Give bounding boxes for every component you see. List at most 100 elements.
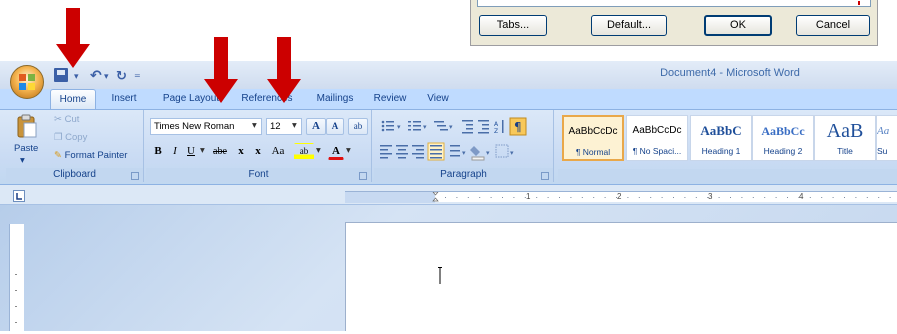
bold-button[interactable]: B	[150, 143, 166, 160]
copy-label: Copy	[65, 132, 88, 143]
tab-insert[interactable]: Insert	[104, 89, 144, 109]
svg-text:▾: ▾	[104, 72, 109, 82]
style-name: Su	[877, 146, 888, 156]
paragraph-controls: ▾ ▾ ▾ AZ ¶ ▾ ▾ ▾	[380, 117, 527, 161]
default-button[interactable]: Default...	[591, 15, 667, 36]
style-sample: AaBbC	[700, 123, 742, 138]
font-family-combo[interactable]: Times New Roman	[150, 118, 262, 135]
cut-button[interactable]: ✂ Cut	[54, 114, 79, 125]
red-arrow-icon	[267, 37, 301, 103]
horizontal-ruler[interactable]: 1 2 3 4	[345, 191, 897, 203]
style-name: Heading 1	[701, 146, 741, 156]
style-sample: AaBbCc	[761, 124, 805, 138]
paragraph-group: ▾ ▾ ▾ AZ ¶ ▾ ▾ ▾ Paragraph	[374, 110, 554, 182]
borders-icon[interactable]: ▾	[495, 144, 514, 158]
font-size-dropdown-icon[interactable]: ▾	[292, 120, 297, 131]
ruler-mark: 3	[708, 192, 713, 201]
cut-label: Cut	[64, 114, 80, 125]
paragraph-group-label: Paragraph	[374, 168, 553, 182]
multilevel-list-icon[interactable]	[434, 121, 448, 131]
change-case-button[interactable]: Aa	[268, 143, 288, 160]
style-name: ¶ Normal	[575, 147, 611, 157]
redo-icon[interactable]: ↻	[116, 69, 127, 84]
numbering-icon[interactable]	[408, 121, 421, 131]
format-painter-label: Format Painter	[64, 150, 128, 161]
style-title[interactable]: AaB Title	[814, 115, 876, 161]
sort-icon[interactable]: AZ	[494, 120, 504, 135]
dialog-panel: Tabs... Default... OK Cancel	[470, 0, 878, 46]
tab-view[interactable]: View	[418, 89, 458, 109]
tab-mailings[interactable]: Mailings	[308, 89, 362, 109]
shading-icon[interactable]: ▾	[470, 146, 490, 161]
style-no-spacing[interactable]: AaBbCcDc ¶ No Spaci...	[626, 115, 688, 161]
font-launcher-icon[interactable]	[359, 172, 367, 180]
svg-text:▾: ▾	[510, 149, 514, 157]
svg-text:A: A	[494, 121, 499, 128]
paragraph-launcher-icon[interactable]	[541, 172, 549, 180]
clipboard-launcher-icon[interactable]	[131, 172, 139, 180]
strikethrough-button[interactable]: abe	[208, 143, 232, 160]
svg-text:▾: ▾	[486, 149, 490, 157]
shrink-font-button[interactable]: A	[326, 118, 344, 135]
style-name: Title	[837, 146, 853, 156]
underline-button[interactable]: U	[184, 143, 198, 160]
ruler-mark: 4	[799, 192, 804, 201]
highlight-dropdown-icon[interactable]: ▾	[316, 145, 321, 156]
svg-text:▾: ▾	[449, 123, 453, 131]
increase-indent-icon[interactable]	[478, 120, 489, 134]
svg-text:=: =	[134, 71, 141, 80]
copy-button[interactable]: ❐ Copy	[54, 132, 87, 143]
align-center-icon[interactable]	[396, 145, 408, 159]
ok-button[interactable]: OK	[704, 15, 772, 36]
font-color-dropdown-icon[interactable]: ▾	[346, 145, 351, 156]
red-arrow-icon	[204, 37, 238, 103]
style-sample: Aa	[877, 125, 890, 137]
align-left-icon[interactable]	[380, 145, 392, 159]
tabs-button[interactable]: Tabs...	[479, 15, 547, 36]
ruler-mark: 2	[617, 192, 622, 201]
style-sample: AaB	[826, 120, 864, 142]
paste-dropdown-icon[interactable]: ▾	[20, 155, 25, 166]
highlight-button[interactable]: ab	[294, 143, 314, 160]
undo-icon[interactable]: ↶	[90, 68, 102, 84]
clipboard-group-label: Clipboard	[6, 168, 143, 182]
font-group-label: Font	[146, 168, 371, 182]
cancel-button[interactable]: Cancel	[796, 15, 870, 36]
ruler-mark: 1	[526, 192, 531, 201]
paste-icon[interactable]	[16, 113, 38, 139]
bullets-icon[interactable]	[381, 120, 394, 132]
font-color-button[interactable]: A	[328, 143, 344, 160]
style-normal[interactable]: AaBbCcDc ¶ Normal	[562, 115, 624, 161]
justify-icon[interactable]	[427, 142, 445, 161]
style-name: ¶ No Spaci...	[632, 146, 682, 156]
dialog-field[interactable]	[477, 0, 871, 7]
red-arrow-icon	[56, 8, 90, 68]
underline-dropdown-icon[interactable]: ▾	[200, 145, 205, 156]
line-spacing-icon[interactable]: ▾	[450, 145, 466, 157]
tab-home[interactable]: Home	[50, 89, 96, 109]
font-family-dropdown-icon[interactable]: ▾	[252, 120, 257, 131]
tab-selector-icon[interactable]	[13, 190, 25, 202]
svg-text:▾: ▾	[462, 149, 466, 157]
vertical-ruler[interactable]	[9, 224, 24, 331]
decrease-indent-icon[interactable]	[462, 120, 473, 134]
style-heading-2[interactable]: AaBbCc Heading 2	[752, 115, 814, 161]
style-sample: AaBbCcDc	[632, 125, 682, 136]
style-subtitle[interactable]: Aa Su	[876, 115, 897, 161]
grow-font-button[interactable]: A	[306, 118, 326, 135]
style-heading-1[interactable]: AaBbC Heading 1	[690, 115, 752, 161]
format-painter-button[interactable]: ✎ Format Painter	[54, 150, 127, 161]
clear-formatting-button[interactable]: ab	[348, 118, 368, 135]
align-right-icon[interactable]	[412, 145, 424, 159]
paste-label[interactable]: Paste	[14, 143, 38, 154]
pilcrow-icon: ¶	[514, 120, 522, 134]
clipboard-group: Paste ▾ ✂ Cut ❐ Copy ✎ Format Painter Cl…	[6, 110, 144, 182]
tab-review[interactable]: Review	[368, 89, 412, 109]
styles-group-label	[558, 169, 897, 183]
subscript-button[interactable]: x	[234, 143, 248, 160]
document-page[interactable]	[345, 222, 897, 331]
superscript-button[interactable]: x	[250, 143, 266, 160]
office-logo-icon	[19, 74, 35, 90]
italic-button[interactable]: I	[168, 143, 182, 160]
window-title: Document4 - Microsoft Word	[660, 67, 800, 79]
